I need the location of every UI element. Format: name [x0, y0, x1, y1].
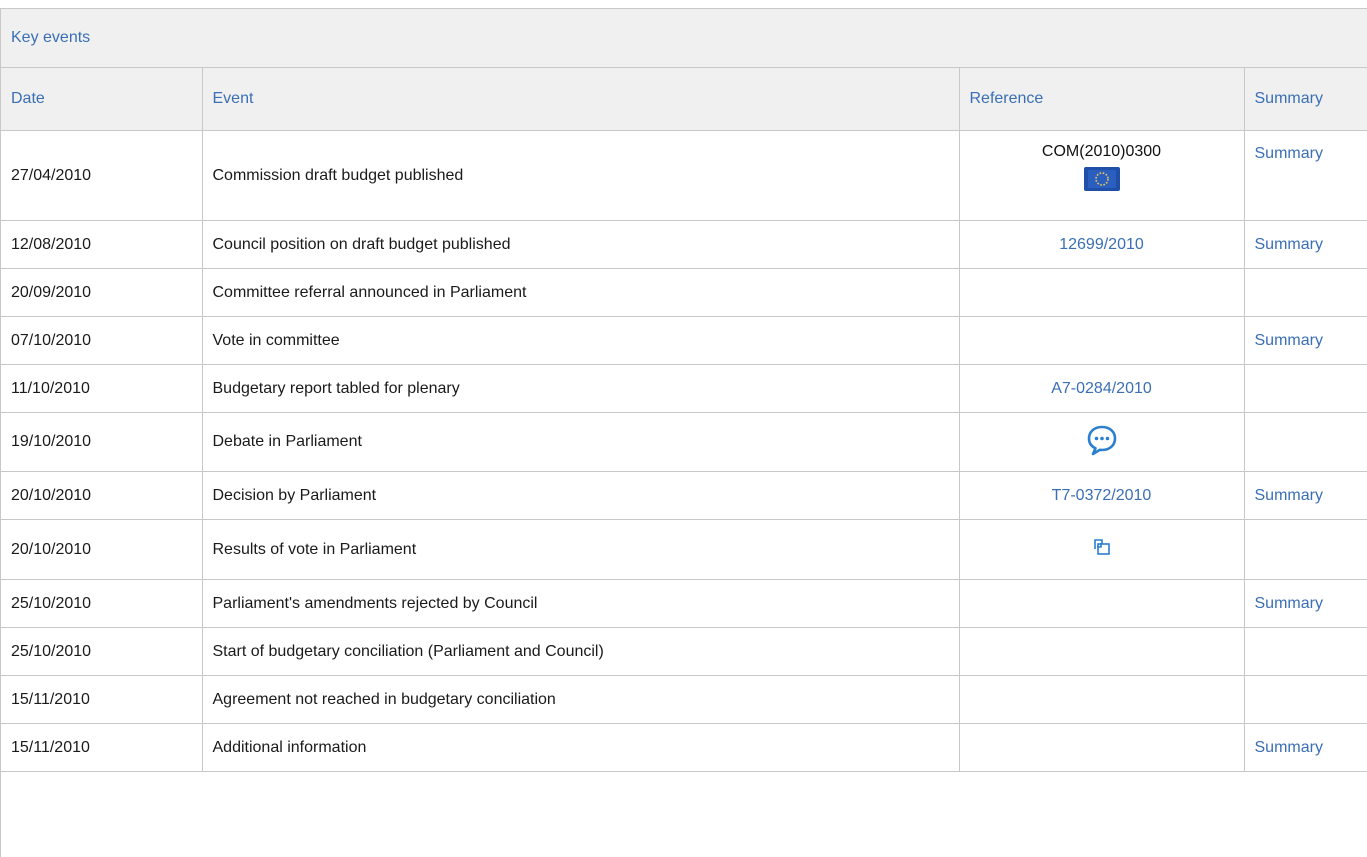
- summary-cell: [1244, 364, 1367, 413]
- event-cell: Results of vote in Parliament: [202, 519, 960, 580]
- table-row: 19/10/2010 Debate in Parliament: [1, 412, 1367, 472]
- event-cell: Start of budgetary conciliation (Parliam…: [202, 627, 960, 676]
- summary-cell: Summary: [1244, 316, 1367, 365]
- table-header-row: Date Event Reference Summary: [1, 68, 1367, 131]
- vote-results-icon[interactable]: [1092, 537, 1112, 562]
- date-cell: 27/04/2010: [1, 130, 203, 221]
- reference-cell: T7-0372/2010: [959, 471, 1245, 520]
- reference-cell: A7-0284/2010: [959, 364, 1245, 413]
- reference-cell: [959, 723, 1245, 772]
- summary-cell: [1244, 412, 1367, 472]
- summary-link[interactable]: Summary: [1255, 595, 1323, 612]
- table-row: 15/11/2010 Agreement not reached in budg…: [1, 675, 1367, 724]
- event-cell: Committee referral announced in Parliame…: [202, 268, 960, 317]
- table-row: 20/10/2010 Decision by Parliament T7-037…: [1, 471, 1367, 520]
- column-header-reference: Reference: [959, 68, 1245, 131]
- column-header-summary: Summary: [1244, 68, 1367, 131]
- panel-title: Key events: [11, 29, 91, 46]
- reference-cell: [959, 268, 1245, 317]
- debate-speech-bubble-icon[interactable]: [1085, 423, 1119, 462]
- table-row: 07/10/2010 Vote in committee Summary: [1, 316, 1367, 365]
- summary-link[interactable]: Summary: [1255, 739, 1323, 756]
- column-header-event: Event: [202, 68, 960, 131]
- panel-title-bar: Key events: [1, 8, 1367, 68]
- reference-link[interactable]: 12699/2010: [1059, 236, 1144, 253]
- summary-cell: [1244, 675, 1367, 724]
- summary-cell: [1244, 627, 1367, 676]
- summary-cell: Summary: [1244, 723, 1367, 772]
- table-row: 11/10/2010 Budgetary report tabled for p…: [1, 364, 1367, 413]
- summary-cell: [1244, 519, 1367, 580]
- event-cell: Commission draft budget published: [202, 130, 960, 221]
- date-cell: 12/08/2010: [1, 220, 203, 269]
- table-row: 12/08/2010 Council position on draft bud…: [1, 220, 1367, 269]
- reference-text: COM(2010)0300: [1041, 143, 1162, 160]
- date-cell: 19/10/2010: [1, 412, 203, 472]
- event-cell: Parliament's amendments rejected by Coun…: [202, 579, 960, 628]
- event-cell: Vote in committee: [202, 316, 960, 365]
- key-events-table: Date Event Reference Summary 27/04/2010 …: [1, 68, 1367, 772]
- date-cell: 11/10/2010: [1, 364, 203, 413]
- table-row: 25/10/2010 Start of budgetary conciliati…: [1, 627, 1367, 676]
- date-cell: 20/09/2010: [1, 268, 203, 317]
- reference-cell: [959, 316, 1245, 365]
- reference-cell: [959, 675, 1245, 724]
- reference-cell: [959, 412, 1245, 472]
- summary-link[interactable]: Summary: [1255, 487, 1323, 504]
- table-row: 25/10/2010 Parliament's amendments rejec…: [1, 579, 1367, 628]
- summary-link[interactable]: Summary: [1255, 332, 1323, 349]
- reference-cell: COM(2010)0300: [959, 130, 1245, 221]
- date-cell: 07/10/2010: [1, 316, 203, 365]
- event-cell: Agreement not reached in budgetary conci…: [202, 675, 960, 724]
- summary-cell: Summary: [1244, 220, 1367, 269]
- summary-link[interactable]: Summary: [1255, 145, 1323, 162]
- summary-cell: Summary: [1244, 471, 1367, 520]
- event-cell: Budgetary report tabled for plenary: [202, 364, 960, 413]
- summary-cell: [1244, 268, 1367, 317]
- summary-link[interactable]: Summary: [1255, 236, 1323, 253]
- event-cell: Debate in Parliament: [202, 412, 960, 472]
- date-cell: 25/10/2010: [1, 627, 203, 676]
- date-cell: 20/10/2010: [1, 471, 203, 520]
- summary-cell: Summary: [1244, 130, 1367, 221]
- table-row: 27/04/2010 Commission draft budget publi…: [1, 130, 1367, 221]
- table-row: 20/10/2010 Results of vote in Parliament: [1, 519, 1367, 580]
- reference-link[interactable]: T7-0372/2010: [1052, 487, 1152, 504]
- reference-cell: [959, 519, 1245, 580]
- reference-cell: [959, 579, 1245, 628]
- date-cell: 15/11/2010: [1, 675, 203, 724]
- reference-cell: [959, 627, 1245, 676]
- event-cell: Additional information: [202, 723, 960, 772]
- column-header-date: Date: [1, 68, 203, 131]
- key-events-panel: Key events Date Event Reference Summary …: [0, 8, 1367, 857]
- event-cell: Decision by Parliament: [202, 471, 960, 520]
- event-cell: Council position on draft budget publish…: [202, 220, 960, 269]
- reference-link[interactable]: A7-0284/2010: [1051, 380, 1152, 397]
- table-row: 20/09/2010 Committee referral announced …: [1, 268, 1367, 317]
- date-cell: 15/11/2010: [1, 723, 203, 772]
- summary-cell: Summary: [1244, 579, 1367, 628]
- reference-cell: 12699/2010: [959, 220, 1245, 269]
- table-row: 15/11/2010 Additional information Summar…: [1, 723, 1367, 772]
- date-cell: 25/10/2010: [1, 579, 203, 628]
- eu-flag-icon[interactable]: [1083, 167, 1120, 191]
- date-cell: 20/10/2010: [1, 519, 203, 580]
